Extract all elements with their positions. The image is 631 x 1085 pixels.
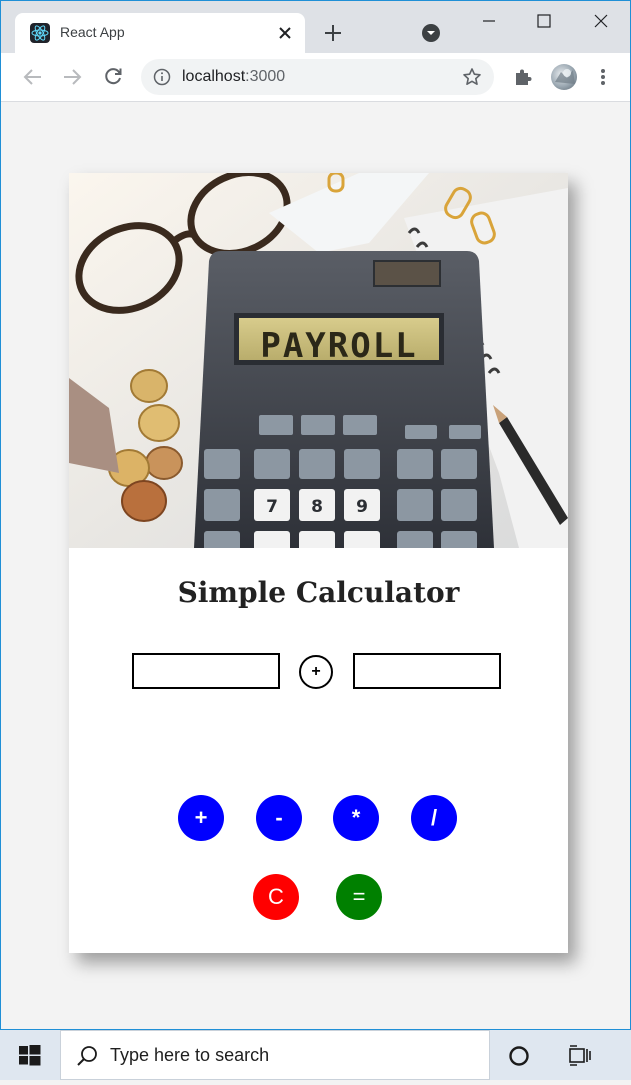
page-viewport: PAYROLL 7 8 9 Simple Calculator + + - * … [1, 102, 630, 1029]
site-info-icon[interactable] [153, 68, 171, 86]
svg-text:7: 7 [266, 497, 278, 517]
calculator-card: PAYROLL 7 8 9 Simple Calculator + + - * … [69, 173, 568, 953]
second-number-input[interactable] [353, 653, 501, 689]
url-port: :3000 [245, 68, 286, 85]
add-button[interactable]: + [178, 795, 224, 841]
new-tab-icon[interactable] [321, 21, 345, 45]
url-host: localhost [182, 68, 246, 85]
extensions-puzzle-icon[interactable] [511, 65, 535, 89]
calculator-photo: PAYROLL 7 8 9 [69, 173, 568, 548]
divide-button[interactable]: / [411, 795, 457, 841]
browser-tab[interactable]: React App [15, 13, 305, 53]
react-logo-icon [30, 23, 50, 43]
task-view-icon[interactable] [566, 1042, 594, 1070]
more-menu-icon[interactable] [591, 65, 615, 89]
tab-search-icon[interactable] [422, 24, 440, 42]
first-number-input[interactable] [132, 653, 280, 689]
calculator-lcd-text: PAYROLL [260, 326, 417, 366]
cortana-icon[interactable] [505, 1042, 533, 1070]
taskbar-search-box[interactable]: Type here to search [60, 1030, 490, 1080]
search-placeholder: Type here to search [110, 1045, 270, 1065]
bookmark-star-icon[interactable] [462, 67, 482, 87]
tab-strip: React App [1, 1, 630, 53]
reload-icon[interactable] [101, 65, 125, 89]
browser-window: React App localhost:3000 PAYROLL 7 8 9 S… [0, 0, 631, 1030]
equals-button[interactable]: = [336, 874, 382, 920]
profile-avatar[interactable] [551, 64, 577, 90]
maximize-icon[interactable] [532, 9, 556, 33]
svg-text:9: 9 [356, 497, 368, 517]
svg-text:8: 8 [311, 497, 323, 517]
back-arrow-icon[interactable] [21, 65, 45, 89]
clear-button[interactable]: C [253, 874, 299, 920]
windows-start-icon[interactable] [0, 1030, 60, 1080]
address-bar[interactable]: localhost:3000 [141, 59, 494, 95]
tab-close-icon[interactable] [275, 23, 295, 43]
close-window-icon[interactable] [589, 9, 613, 33]
operator-display: + [299, 655, 333, 689]
minimize-icon[interactable] [477, 9, 501, 33]
tab-title: React App [60, 24, 125, 40]
windows-taskbar: Type here to search [0, 1030, 631, 1080]
subtract-button[interactable]: - [256, 795, 302, 841]
search-icon [75, 1044, 99, 1068]
url-text: localhost:3000 [182, 68, 285, 86]
forward-arrow-icon[interactable] [60, 65, 84, 89]
page-title: Simple Calculator [177, 576, 460, 609]
multiply-button[interactable]: * [333, 795, 379, 841]
browser-toolbar: localhost:3000 [1, 53, 630, 102]
